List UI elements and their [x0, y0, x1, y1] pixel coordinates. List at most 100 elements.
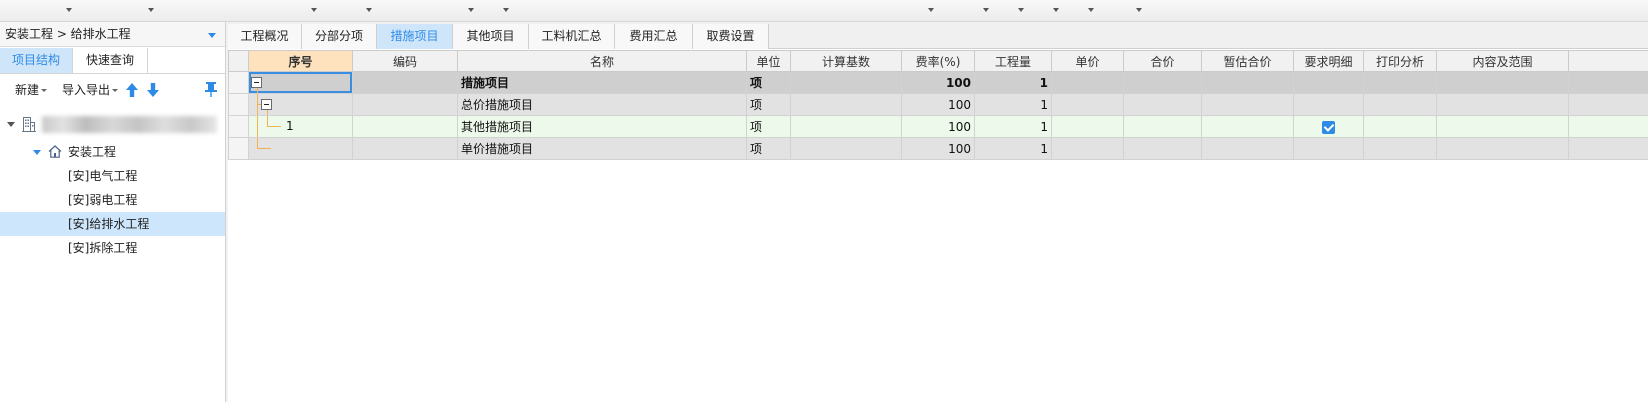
cell-seq[interactable]	[248, 93, 353, 116]
cell-quantity[interactable]: 1	[974, 93, 1052, 116]
column-header-scope[interactable]: 内容及范围	[1436, 50, 1569, 72]
cell-require-detail[interactable]	[1293, 93, 1364, 116]
tree-node-plumbing[interactable]: [安]给排水工程	[0, 212, 225, 236]
row-header-cell[interactable]	[228, 115, 249, 138]
cell-blank[interactable]	[1568, 93, 1648, 116]
column-header-blank[interactable]	[1568, 50, 1648, 72]
cell-name[interactable]: 单价措施项目	[457, 137, 747, 160]
cell-print-analysis[interactable]	[1363, 71, 1437, 94]
cell-rate[interactable]: 100	[901, 115, 975, 138]
cell-unit[interactable]: 项	[746, 71, 791, 94]
cell-require-detail[interactable]	[1293, 71, 1364, 94]
cell-blank[interactable]	[1568, 137, 1648, 160]
row-header-cell[interactable]	[228, 137, 249, 160]
cell-calc-base[interactable]	[790, 71, 902, 94]
cell-print-analysis[interactable]	[1363, 93, 1437, 116]
cell-code[interactable]	[352, 115, 458, 138]
expand-caret-icon[interactable]	[7, 122, 15, 127]
cell-calc-base[interactable]	[790, 137, 902, 160]
cell-unit-price[interactable]	[1051, 115, 1124, 138]
cell-total-price[interactable]	[1123, 137, 1202, 160]
dropdown-caret-icon[interactable]	[1053, 8, 1059, 12]
require-detail-checkbox[interactable]	[1322, 120, 1335, 134]
tab-other-items[interactable]: 其他项目	[453, 24, 529, 49]
cell-unit[interactable]: 项	[746, 137, 791, 160]
dropdown-caret-icon[interactable]	[1136, 8, 1142, 12]
cell-unit-price[interactable]	[1051, 93, 1124, 116]
cell-scope[interactable]	[1436, 137, 1569, 160]
tree-root-node[interactable]	[0, 112, 225, 136]
column-header-code[interactable]: 编码	[352, 50, 458, 72]
column-header-rate[interactable]: 费率(%)	[901, 50, 975, 72]
cell-total-price[interactable]	[1123, 115, 1202, 138]
dropdown-caret-icon[interactable]	[366, 8, 372, 12]
column-header-seq[interactable]: 序号	[248, 50, 353, 72]
cell-name[interactable]: 其他措施项目	[457, 115, 747, 138]
cell-seq[interactable]: 1	[248, 115, 353, 138]
dropdown-caret-icon[interactable]	[983, 8, 989, 12]
cell-scope[interactable]	[1436, 115, 1569, 138]
cell-code[interactable]	[352, 137, 458, 160]
row-header-cell[interactable]	[228, 71, 249, 94]
column-header-unit-price[interactable]: 单价	[1051, 50, 1124, 72]
cell-estimated-total[interactable]	[1201, 137, 1294, 160]
cell-require-detail[interactable]	[1293, 137, 1364, 160]
new-button[interactable]: 新建	[15, 79, 48, 101]
cell-quantity[interactable]: 1	[974, 71, 1052, 94]
breadcrumb-dropdown-icon[interactable]	[208, 33, 216, 38]
move-down-icon[interactable]	[147, 83, 159, 97]
cell-name[interactable]: 措施项目	[457, 71, 747, 94]
cell-rate[interactable]: 100	[901, 93, 975, 116]
cell-seq[interactable]	[248, 71, 353, 94]
tree-node-electrical[interactable]: [安]电气工程	[0, 164, 225, 188]
row-header-cell[interactable]	[228, 93, 249, 116]
table-row[interactable]: 单价措施项目项 100 1	[228, 137, 1648, 160]
tree-node-installation[interactable]: 安装工程	[0, 140, 225, 164]
tab-labor-material-machine-summary[interactable]: 工料机汇总	[529, 24, 615, 49]
dropdown-caret-icon[interactable]	[503, 8, 509, 12]
cell-quantity[interactable]: 1	[974, 115, 1052, 138]
collapse-toggle-icon[interactable]	[261, 99, 272, 110]
tab-project-structure[interactable]: 项目结构	[0, 48, 73, 73]
tab-fee-settings[interactable]: 取费设置	[693, 24, 769, 49]
column-header-unit[interactable]: 单位	[746, 50, 791, 72]
cell-estimated-total[interactable]	[1201, 115, 1294, 138]
cell-rate[interactable]: 100	[901, 137, 975, 160]
cell-total-price[interactable]	[1123, 71, 1202, 94]
tab-quick-search[interactable]: 快速查询	[73, 48, 148, 73]
breadcrumb[interactable]: 安装工程 > 给排水工程	[0, 22, 225, 47]
column-header-estimated-total[interactable]: 暂估合价	[1201, 50, 1294, 72]
cell-calc-base[interactable]	[790, 115, 902, 138]
cell-estimated-total[interactable]	[1201, 93, 1294, 116]
table-row[interactable]: 措施项目项 100 1	[228, 71, 1648, 94]
dropdown-caret-icon[interactable]	[928, 8, 934, 12]
dropdown-caret-icon[interactable]	[468, 8, 474, 12]
table-row[interactable]: 1 其他措施项目项 100 1	[228, 115, 1648, 138]
cell-scope[interactable]	[1436, 93, 1569, 116]
column-header-total-price[interactable]: 合价	[1123, 50, 1202, 72]
cell-require-detail[interactable]	[1293, 115, 1364, 138]
tree-node-low-voltage[interactable]: [安]弱电工程	[0, 188, 225, 212]
cell-calc-base[interactable]	[790, 93, 902, 116]
expand-caret-icon[interactable]	[33, 150, 41, 155]
tree-node-demolition[interactable]: [安]拆除工程	[0, 236, 225, 260]
cell-code[interactable]	[352, 93, 458, 116]
cell-seq[interactable]	[248, 137, 353, 160]
cell-code[interactable]	[352, 71, 458, 94]
dropdown-caret-icon[interactable]	[66, 8, 72, 12]
cell-rate[interactable]: 100	[901, 71, 975, 94]
dropdown-caret-icon[interactable]	[148, 8, 154, 12]
cell-blank[interactable]	[1568, 115, 1648, 138]
cell-print-analysis[interactable]	[1363, 137, 1437, 160]
column-header-name[interactable]: 名称	[457, 50, 747, 72]
cell-unit[interactable]: 项	[746, 93, 791, 116]
tab-cost-summary[interactable]: 费用汇总	[615, 24, 693, 49]
cell-name[interactable]: 总价措施项目	[457, 93, 747, 116]
dropdown-caret-icon[interactable]	[1018, 8, 1024, 12]
cell-unit-price[interactable]	[1051, 137, 1124, 160]
cell-blank[interactable]	[1568, 71, 1648, 94]
tab-project-overview[interactable]: 工程概况	[228, 24, 302, 49]
row-header-corner[interactable]	[228, 50, 249, 72]
import-export-button[interactable]: 导入导出	[62, 79, 119, 101]
cell-total-price[interactable]	[1123, 93, 1202, 116]
